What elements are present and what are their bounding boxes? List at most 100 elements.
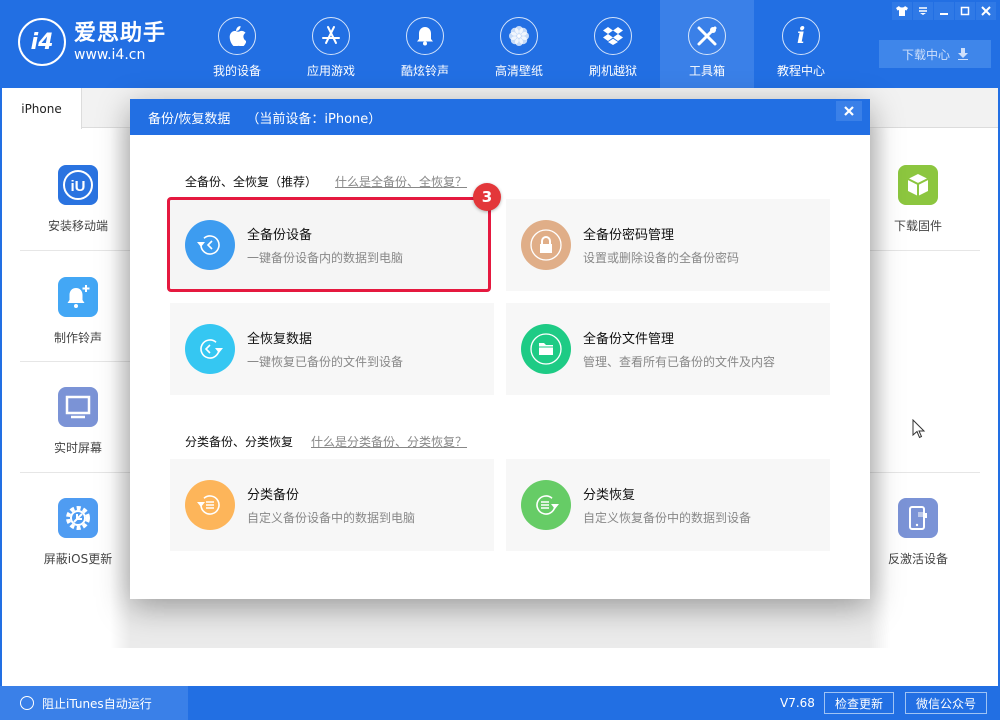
bell-plus-icon	[58, 277, 98, 317]
brand-url: www.i4.cn	[74, 47, 146, 63]
tool-divider	[20, 472, 130, 473]
nav-label: 我的设备	[212, 64, 261, 78]
tool-divider	[870, 250, 980, 251]
nav-my-device[interactable]: 我的设备	[190, 0, 284, 88]
card-desc: 设置或删除设备的全备份密码	[583, 251, 740, 265]
minimize-icon[interactable]	[934, 2, 954, 20]
tool-deactivate-device[interactable]: 反激活设备	[863, 498, 973, 567]
check-update-button[interactable]: 检查更新	[824, 692, 894, 714]
nav-label: 教程中心	[776, 64, 825, 78]
help-link-category[interactable]: 什么是分类备份、分类恢复？	[311, 433, 467, 450]
window-controls	[892, 2, 996, 20]
card-title: 分类恢复	[583, 488, 636, 503]
card-title: 全恢复数据	[247, 332, 313, 347]
i4-app-icon: iU	[58, 165, 98, 205]
wechat-button[interactable]: 微信公众号	[905, 692, 987, 714]
info-icon: i	[782, 17, 820, 55]
lock-icon	[521, 220, 571, 270]
version-label: V7.68	[780, 696, 815, 710]
backup-restore-dialog: 备份/恢复数据 （当前设备：iPhone） 全备份、全恢复（推荐） 什么是全备份…	[130, 99, 870, 599]
card-full-restore[interactable]: 全恢复数据 一键恢复已备份的文件到设备	[170, 303, 494, 395]
card-title: 全备份密码管理	[583, 228, 675, 243]
card-desc: 一键恢复已备份的文件到设备	[247, 355, 404, 369]
mouse-cursor-icon	[912, 418, 926, 443]
dialog-subtitle: （当前设备：iPhone）	[246, 111, 382, 127]
tool-make-ringtone[interactable]: 制作铃声	[23, 277, 133, 346]
nav-tutorials[interactable]: i 教程中心	[754, 0, 848, 88]
status-bar: 阻止iTunes自动运行 V7.68 检查更新 微信公众号	[0, 686, 1000, 720]
block-itunes-toggle[interactable]: 阻止iTunes自动运行	[0, 686, 188, 720]
menu-icon[interactable]	[913, 2, 933, 20]
folder-icon	[521, 324, 571, 374]
tool-divider	[20, 250, 130, 251]
restore-icon	[185, 324, 235, 374]
maximize-icon[interactable]	[955, 2, 975, 20]
tool-label: 反激活设备	[887, 552, 948, 566]
main-nav: 我的设备 应用游戏 酷炫铃声 高清壁纸 刷机越狱 工具箱 i 教程中心	[190, 0, 848, 88]
step-badge: 3	[473, 183, 501, 211]
tablet-icon	[898, 498, 938, 538]
card-desc: 自定义恢复备份中的数据到设备	[583, 511, 752, 525]
download-center-button[interactable]: 下载中心	[879, 40, 991, 68]
bell-icon	[406, 17, 444, 55]
flower-icon	[500, 17, 538, 55]
tools-icon	[688, 17, 726, 55]
download-center-label: 下载中心	[901, 47, 950, 62]
card-full-backup[interactable]: 全备份设备 一键备份设备内的数据到电脑	[167, 197, 491, 292]
apple-icon	[218, 17, 256, 55]
help-link-full[interactable]: 什么是全备份、全恢复？	[335, 173, 467, 190]
card-backup-file-manager[interactable]: 全备份文件管理 管理、查看所有已备份的文件及内容	[506, 303, 830, 395]
tool-divider	[20, 361, 130, 362]
device-tab-iphone[interactable]: iPhone	[2, 88, 82, 129]
skin-icon[interactable]	[892, 2, 912, 20]
section-title-category: 分类备份、分类恢复	[185, 435, 294, 449]
nav-label: 应用游戏	[306, 64, 355, 78]
tool-label: 制作铃声	[53, 331, 102, 345]
window-border-left	[0, 88, 2, 686]
card-desc: 一键备份设备内的数据到电脑	[247, 250, 404, 265]
app-store-icon	[312, 17, 350, 55]
card-title: 全备份文件管理	[583, 332, 675, 347]
card-category-backup[interactable]: 分类备份 自定义备份设备中的数据到电脑	[170, 459, 494, 551]
dialog-title: 备份/恢复数据	[148, 111, 231, 127]
tool-label: 下载固件	[893, 219, 942, 233]
card-title: 全备份设备	[247, 227, 313, 243]
close-icon	[844, 106, 854, 116]
nav-label: 酷炫铃声	[400, 64, 449, 78]
nav-flash-jailbreak[interactable]: 刷机越狱	[566, 0, 660, 88]
card-desc: 管理、查看所有已备份的文件及内容	[583, 355, 776, 369]
nav-toolbox[interactable]: 工具箱	[660, 0, 754, 88]
dialog-close-button[interactable]	[836, 101, 862, 121]
app-header: i4 爱思助手 www.i4.cn 我的设备 应用游戏 酷炫铃声 高清壁纸 刷机…	[0, 0, 1000, 88]
category-restore-icon	[521, 480, 571, 530]
nav-ringtones[interactable]: 酷炫铃声	[378, 0, 472, 88]
gear-block-icon	[58, 498, 98, 538]
block-itunes-label: 阻止iTunes自动运行	[42, 696, 152, 711]
tool-label: 安装移动端	[47, 219, 108, 233]
svg-text:iU: iU	[71, 178, 86, 195]
tool-download-firmware[interactable]: 下载固件	[863, 165, 973, 234]
tool-divider	[870, 472, 980, 473]
dropbox-icon	[594, 17, 632, 55]
card-backup-password[interactable]: 全备份密码管理 设置或删除设备的全备份密码	[506, 199, 830, 291]
tool-live-screen[interactable]: 实时屏幕	[23, 387, 133, 456]
app-logo: i4 爱思助手 www.i4.cn	[18, 18, 166, 66]
nav-wallpapers[interactable]: 高清壁纸	[472, 0, 566, 88]
tool-block-ios-update[interactable]: 屏蔽iOS更新	[23, 498, 133, 567]
i4-logo-icon: i4	[18, 18, 66, 66]
close-icon[interactable]	[976, 2, 996, 20]
category-backup-icon	[185, 480, 235, 530]
nav-label: 工具箱	[688, 64, 725, 78]
radio-icon	[20, 696, 34, 710]
monitor-icon	[58, 387, 98, 427]
card-desc: 自定义备份设备中的数据到电脑	[247, 511, 416, 525]
tool-install-mobile[interactable]: iU 安装移动端	[23, 165, 133, 234]
cube-icon	[898, 165, 938, 205]
backup-icon	[185, 219, 235, 270]
card-category-restore[interactable]: 分类恢复 自定义恢复备份中的数据到设备	[506, 459, 830, 551]
brand-name: 爱思助手	[74, 21, 167, 46]
section-title-full: 全备份、全恢复（推荐）	[185, 175, 318, 189]
nav-apps-games[interactable]: 应用游戏	[284, 0, 378, 88]
tool-label: 实时屏幕	[53, 441, 102, 455]
tool-label: 屏蔽iOS更新	[43, 552, 113, 566]
